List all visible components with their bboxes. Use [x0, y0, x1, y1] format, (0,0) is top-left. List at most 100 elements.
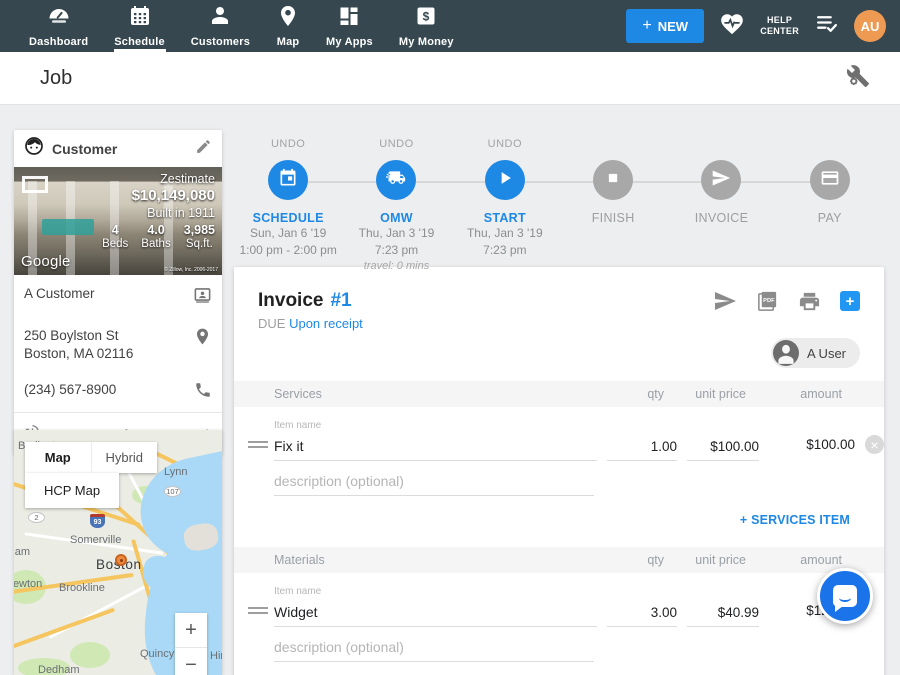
step-label: SCHEDULE — [234, 211, 342, 225]
map-type-hybrid-button[interactable]: Hybrid — [92, 442, 158, 473]
undo-omw-link[interactable]: UNDO — [342, 138, 450, 151]
nav-item-customers[interactable]: Customers — [178, 0, 263, 52]
map-label-brookline: Brookline — [59, 582, 105, 594]
step-time: 7:23 pm — [451, 242, 559, 259]
finish-step-button[interactable] — [593, 160, 633, 200]
photo-credit: © Zillow, Inc. 2006-2017 — [164, 267, 218, 273]
calendar-icon — [128, 4, 152, 33]
material-unit-price-input[interactable] — [687, 602, 759, 627]
apps-grid-icon — [337, 4, 361, 33]
map-type-map-button[interactable]: Map — [25, 442, 92, 473]
map-label-somerville: Somerville — [70, 534, 121, 546]
pay-step-button[interactable] — [810, 160, 850, 200]
add-services-item-link[interactable]: + SERVICES ITEM — [234, 513, 884, 527]
material-description-input[interactable] — [274, 637, 594, 662]
assignee-chip[interactable]: A User — [771, 338, 860, 368]
phone-icon[interactable] — [194, 381, 212, 404]
assignee-avatar-icon — [773, 340, 799, 366]
step-label: PAY — [776, 211, 884, 225]
google-watermark: Google — [21, 253, 71, 270]
add-invoice-item-button[interactable]: + — [840, 291, 860, 311]
step-finish: FINISH — [559, 138, 667, 274]
property-street-view-image[interactable]: Zestimate $10,149,080 Built in 1911 4Bed… — [14, 167, 222, 275]
step-label: INVOICE — [667, 211, 775, 225]
service-qty-input[interactable] — [607, 436, 677, 461]
drag-handle-icon[interactable] — [248, 604, 268, 617]
undo-schedule-link[interactable]: UNDO — [234, 138, 342, 151]
page-title: Job — [40, 67, 72, 90]
customer-card-title: Customer — [52, 141, 187, 157]
chat-support-fab[interactable] — [817, 568, 873, 624]
baths-label: Baths — [141, 238, 170, 250]
stop-icon — [603, 168, 623, 193]
customer-address-row: 250 Boylston St Boston, MA 02116 — [14, 317, 222, 371]
undo-start-link[interactable]: UNDO — [451, 138, 559, 151]
face-icon — [24, 136, 44, 161]
invoice-step-button[interactable] — [701, 160, 741, 200]
invoice-card: Invoice #1 PDF + DUE Upon rece — [234, 267, 884, 675]
remove-item-button[interactable]: × — [865, 435, 884, 454]
materials-header-label: Materials — [274, 553, 594, 567]
nav-items: Dashboard Schedule Customers Map My Apps — [0, 0, 467, 52]
property-stats: 4Beds 4.0Baths 3,985Sq.ft. — [102, 223, 215, 250]
step-time: 7:23 pm — [342, 242, 450, 259]
credit-card-icon — [820, 168, 840, 193]
address-line2: Boston, MA 02116 — [24, 345, 193, 363]
new-button[interactable]: + NEW — [626, 9, 704, 43]
location-pin-icon[interactable] — [193, 327, 212, 351]
send-invoice-icon[interactable] — [713, 289, 737, 313]
money-icon: $ — [414, 4, 438, 33]
job-settings-wrench-icon[interactable] — [846, 64, 870, 93]
step-pay: PAY — [776, 138, 884, 274]
map-label-quincy: Quincy — [140, 648, 174, 660]
services-header-label: Services — [274, 387, 594, 401]
invoice-header: Invoice #1 PDF + DUE Upon rece — [234, 267, 884, 331]
hcp-map-button[interactable]: HCP Map — [25, 473, 119, 508]
step-label: OMW — [342, 211, 450, 225]
nav-item-my-apps[interactable]: My Apps — [313, 0, 386, 52]
customer-card-header: Customer — [14, 130, 222, 167]
start-step-button[interactable] — [485, 160, 525, 200]
map-type-buttons: Map Hybrid HCP Map — [25, 442, 157, 508]
zoom-out-button[interactable]: − — [175, 648, 207, 675]
chat-bubble-icon — [833, 585, 857, 607]
nav-label: Map — [277, 36, 300, 48]
materials-section-header: Materials qty unit price amount — [234, 547, 884, 573]
user-avatar[interactable]: AU — [854, 10, 886, 42]
service-description-input[interactable] — [274, 471, 594, 496]
assignee-name: A User — [807, 346, 846, 361]
drag-handle-icon[interactable] — [248, 438, 268, 451]
route-2-shield: 2 — [28, 512, 45, 523]
due-label: DUE — [258, 316, 285, 331]
print-icon[interactable] — [798, 290, 821, 313]
contact-card-icon[interactable] — [193, 285, 212, 309]
material-item-name-input[interactable] — [274, 601, 597, 627]
edit-pencil-icon[interactable] — [195, 138, 212, 160]
pdf-icon[interactable]: PDF — [756, 290, 779, 313]
service-item-name-input[interactable] — [274, 435, 597, 461]
schedule-step-button[interactable] — [268, 160, 308, 200]
omw-step-button[interactable] — [376, 160, 416, 200]
nav-item-map[interactable]: Map — [263, 0, 313, 52]
due-terms-link[interactable]: Upon receipt — [289, 316, 363, 331]
address-line1: 250 Boylston St — [24, 327, 193, 345]
map-label-lynn: Lynn — [164, 466, 187, 478]
zestimate-label: Zestimate — [102, 172, 215, 186]
heart-pulse-icon[interactable] — [719, 11, 745, 42]
amount-column-header: amount — [762, 553, 842, 567]
amount-column-header: amount — [762, 387, 842, 401]
service-unit-price-input[interactable] — [687, 436, 759, 461]
invoice-title: Invoice — [258, 290, 323, 312]
nav-item-schedule[interactable]: Schedule — [101, 0, 178, 52]
task-list-icon[interactable] — [814, 11, 839, 41]
zoom-in-button[interactable]: + — [175, 613, 207, 647]
nav-item-dashboard[interactable]: Dashboard — [16, 0, 101, 52]
invoice-number: #1 — [330, 290, 351, 312]
nav-label: Customers — [191, 36, 250, 48]
map-widget[interactable]: Burlington Lynn 107 2 93 Somerville Walt… — [14, 430, 222, 675]
step-travel-note: travel: 0 mins — [342, 259, 450, 274]
help-center-link[interactable]: HELP CENTER — [760, 15, 799, 38]
material-qty-input[interactable] — [607, 602, 677, 627]
map-label-waltham: Waltham — [14, 546, 30, 558]
nav-item-my-money[interactable]: $ My Money — [386, 0, 467, 52]
